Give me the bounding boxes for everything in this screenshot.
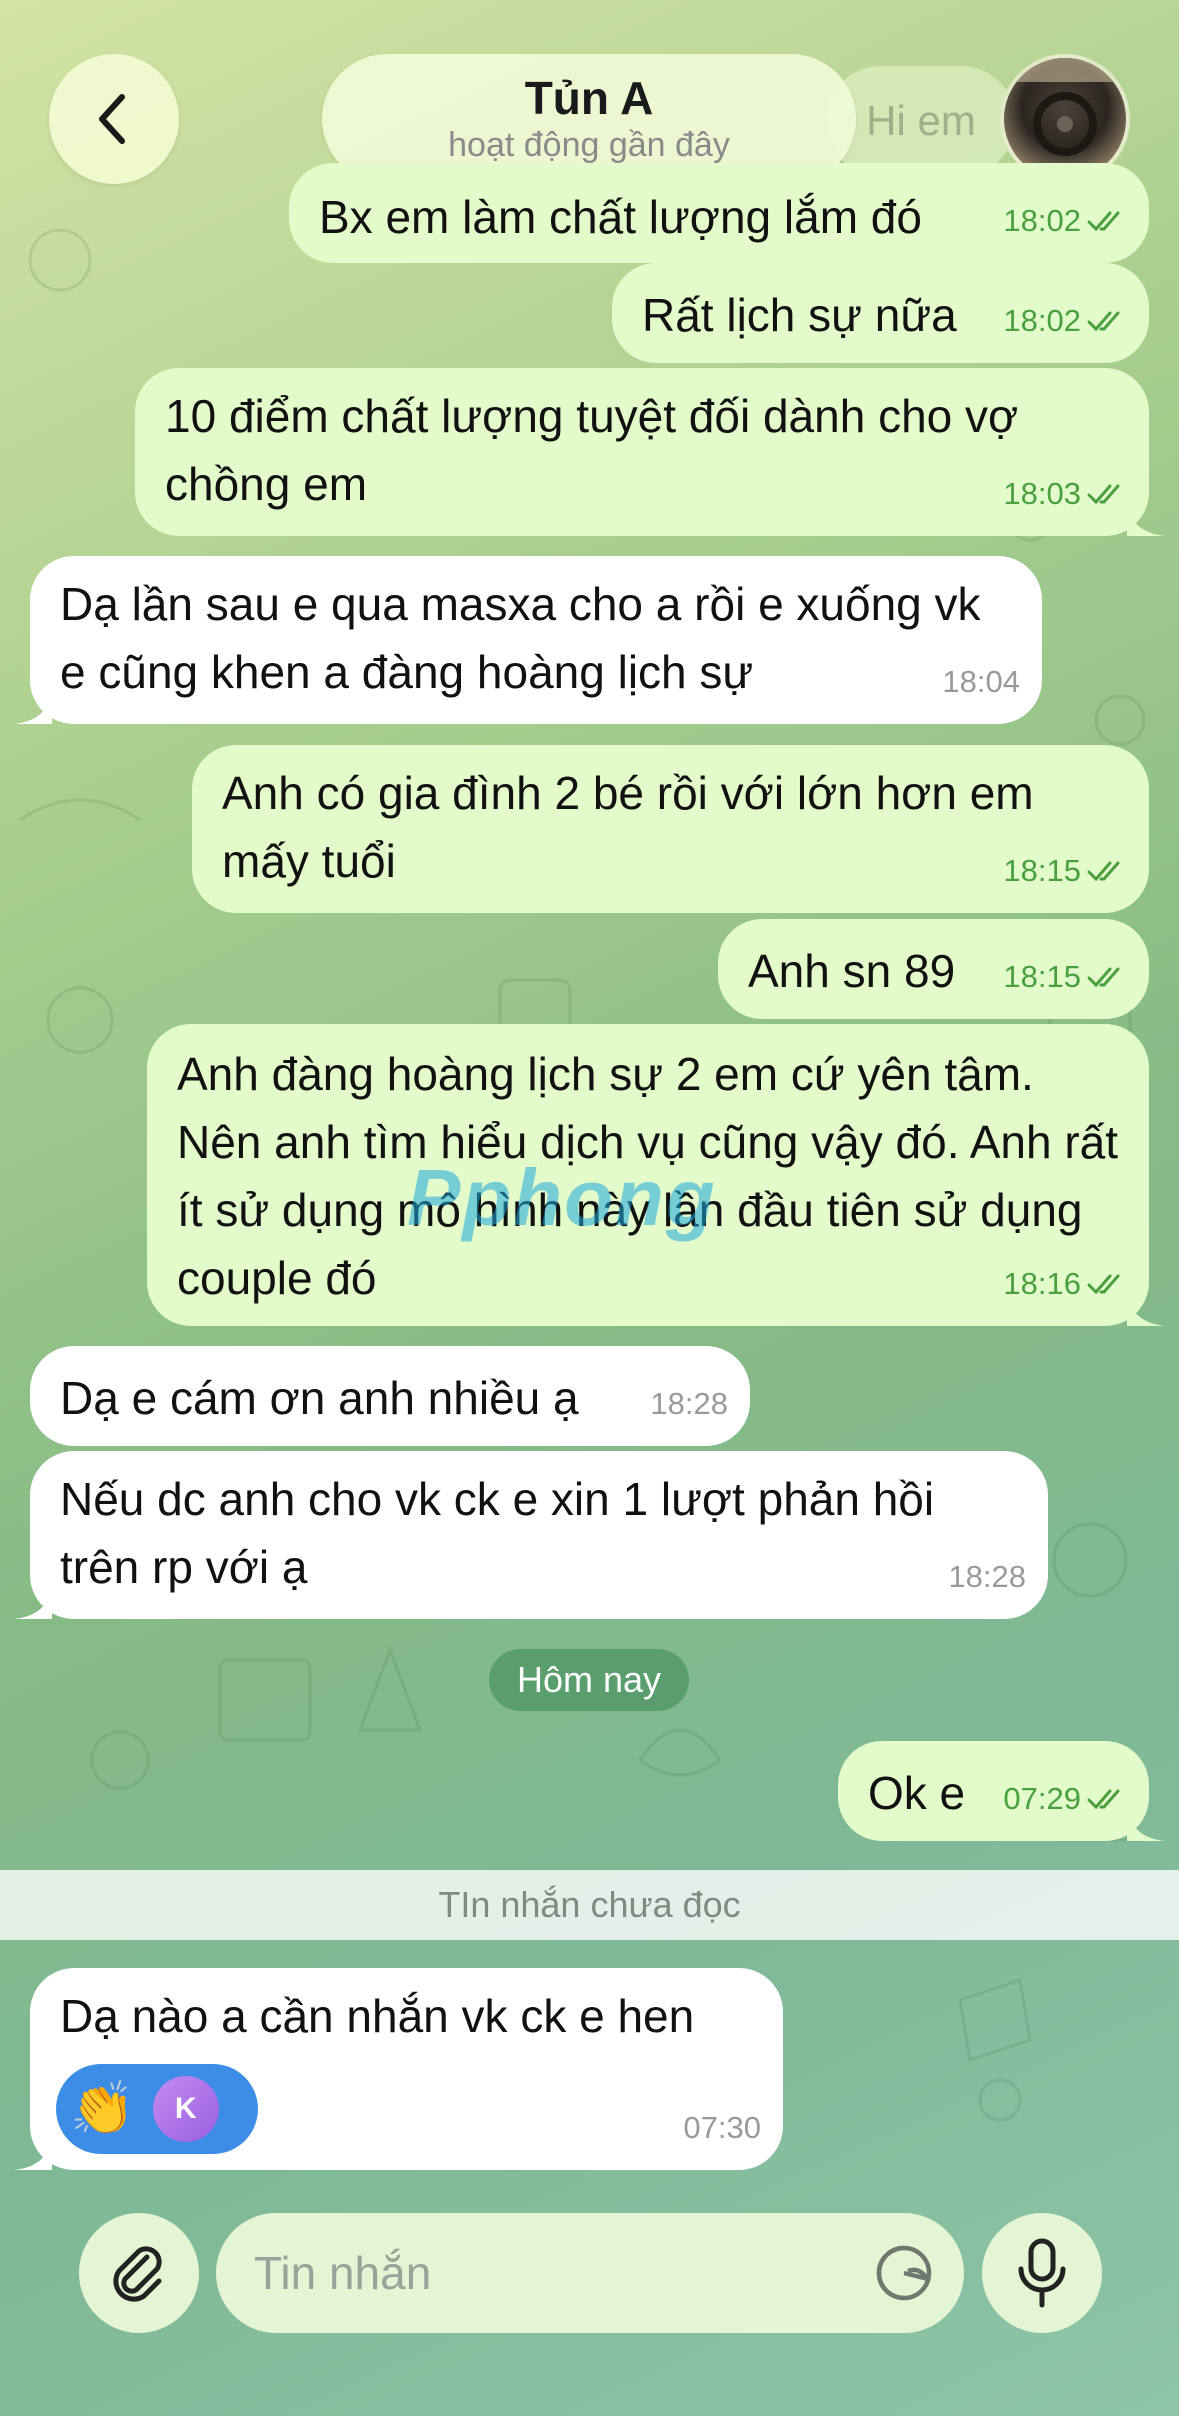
attach-button[interactable] [79,2213,199,2333]
read-checks-icon [1087,861,1120,882]
read-checks-icon [1087,1789,1120,1810]
watermark: Pphong [407,1153,717,1242]
read-checks-icon [1087,484,1120,505]
contact-name: Tủn A [524,72,654,124]
contact-status: hoạt động gần đây [448,126,730,164]
clap-reaction-emoji: 👏 [70,2080,135,2138]
message-meta: 07:30 [683,2094,761,2162]
date-divider: Hôm nay [489,1649,689,1711]
sticker-icon[interactable] [874,2243,934,2303]
mic-icon [1018,2238,1066,2308]
message-time: 18:15 [1003,853,1081,888]
message-time: 18:28 [948,1559,1026,1594]
paperclip-icon [113,2246,162,2302]
bubble-tail [1127,1801,1165,1841]
message-input-placeholder: Tin nhắn [254,2247,432,2299]
message-bubble-outgoing[interactable]: Anh đàng hoàng lịch sự 2 em cứ yên tâm. … [147,1024,1165,1326]
message-time: 07:29 [1003,1781,1081,1816]
message-text: Nếu dc anh cho vk ck e xin 1 lượt phản h… [60,1473,935,1593]
message-text: 10 điểm chất lượng tuyệt đối dành cho vợ… [165,390,1019,510]
back-button[interactable] [49,54,179,184]
message-bubble-outgoing[interactable]: Anh sn 89 18:15 [718,919,1149,1019]
message-time: 18:02 [1003,303,1081,338]
message-meta: 18:02 [1003,287,1127,355]
message-input[interactable]: Tin nhắn [216,2213,964,2333]
message-meta: 18:28 [650,1370,728,1438]
message-bubble-incoming[interactable]: Nếu dc anh cho vk ck e xin 1 lượt phản h… [14,1451,1048,1619]
reactor-avatar: K [152,2076,219,2142]
message-bubble-outgoing[interactable]: Rất lịch sự nữa 18:02 [612,263,1149,363]
message-time: 07:30 [683,2110,761,2145]
message-meta: 18:02 [1003,187,1127,255]
back-icon [99,94,125,144]
read-checks-icon [1087,311,1120,332]
message-time: 18:02 [1003,203,1081,238]
bubble-tail [1127,1286,1165,1326]
message-bubble-incoming[interactable]: Dạ e cám ơn anh nhiều ạ 18:28 [30,1346,750,1446]
reaction-pill[interactable]: 👏 K [56,2064,258,2154]
message-meta: 18:04 [942,648,1020,716]
message-bubble-outgoing[interactable]: Ok e 07:29 [838,1741,1165,1841]
read-checks-icon [1087,1274,1120,1295]
message-meta: 18:16 [1003,1250,1127,1318]
bubble-tail [1127,496,1165,536]
bubble-tail [14,1579,52,1619]
unread-divider: TIn nhắn chưa đọc [0,1870,1179,1940]
message-meta: 18:15 [1003,943,1127,1011]
message-text: Dạ nào a cần nhắn vk ck e hen [60,1990,695,2042]
message-time: 18:28 [650,1386,728,1421]
message-text: Dạ e cám ơn anh nhiều ạ [60,1372,579,1424]
message-bubble-incoming[interactable]: Dạ lần sau e qua masxa cho a rồi e xuống… [14,556,1042,724]
voice-message-button[interactable] [982,2213,1102,2333]
message-text: Anh có gia đình 2 bé rồi với lớn hơn em … [222,767,1034,887]
message-meta: 18:15 [1003,837,1127,905]
message-meta: 18:28 [948,1543,1026,1611]
message-time: 18:04 [942,664,1020,699]
bubble-tail [14,2130,52,2170]
message-text: Dạ lần sau e qua masxa cho a rồi e xuống… [60,578,981,698]
bubble-tail [14,684,52,724]
message-time: 18:15 [1003,959,1081,994]
message-meta: 07:29 [1003,1765,1127,1833]
read-checks-icon [1087,967,1120,988]
avatar-image [1004,58,1126,156]
message-meta: 18:03 [1003,460,1127,528]
message-bubble-outgoing[interactable]: Anh có gia đình 2 bé rồi với lớn hơn em … [192,745,1149,913]
message-time: 18:03 [1003,476,1081,511]
message-time: 18:16 [1003,1266,1081,1301]
read-checks-icon [1087,211,1120,232]
message-bubble-outgoing[interactable]: Bx em làm chất lượng lắm đó 18:02 [289,163,1149,263]
message-bubble-outgoing[interactable]: 10 điểm chất lượng tuyệt đối dành cho vợ… [135,368,1165,536]
message-bubble-incoming[interactable]: Dạ nào a cần nhắn vk ck e hen 👏 K 07:30 [14,1968,783,2170]
